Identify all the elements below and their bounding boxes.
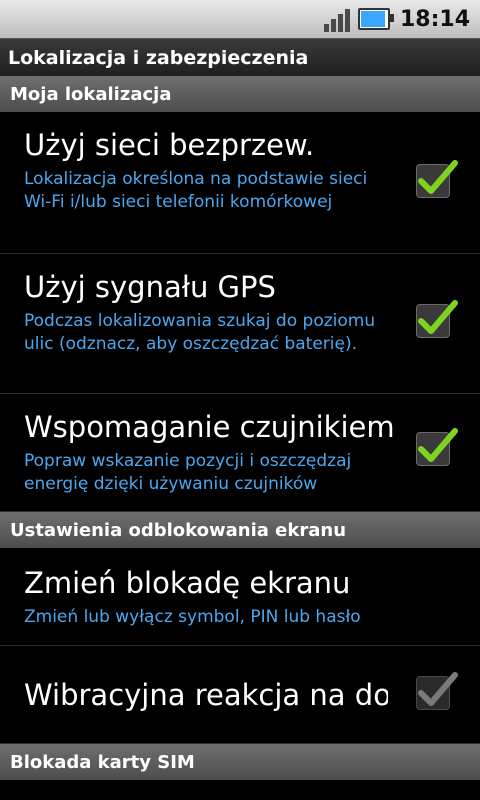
- pref-summary: Popraw wskazanie pozycji i oszczędzaj en…: [24, 451, 352, 494]
- section-header-sim-lock: Blokada karty SIM: [0, 744, 480, 780]
- status-time: 18:14: [399, 6, 470, 32]
- page-title: Lokalizacja i zabezpieczenia: [0, 38, 480, 76]
- checkmark-icon: [418, 300, 458, 334]
- pref-title: Użyj sieci bezprzew.: [24, 128, 315, 162]
- pref-title: Wspomaganie czujnikiem: [24, 410, 395, 444]
- gps-checkbox[interactable]: [416, 300, 458, 338]
- pref-sensor-aiding[interactable]: Wspomaganie czujnikiem Popraw wskazanie …: [0, 394, 480, 512]
- checkmark-icon: [418, 428, 458, 462]
- pref-summary: Zmień lub wyłącz symbol, PIN lub hasło: [24, 607, 361, 627]
- pref-gps[interactable]: Użyj sygnału GPS Podczas lokalizowania s…: [0, 254, 480, 394]
- wireless-checkbox[interactable]: [416, 160, 458, 198]
- pref-title: Zmień blokadę ekranu: [24, 566, 351, 600]
- section-header-moja-lokalizacja: Moja lokalizacja: [0, 76, 480, 112]
- pref-summary: Lokalizacja określona na podstawie sieci…: [24, 169, 368, 212]
- status-bar: 18:14: [0, 0, 480, 38]
- haptic-checkbox[interactable]: [416, 672, 458, 710]
- checkmark-icon: [418, 160, 458, 194]
- pref-wireless-location[interactable]: Użyj sieci bezprzew. Lokalizacja określo…: [0, 112, 480, 254]
- pref-title: Wibracyjna reakcja na dotyk: [24, 678, 388, 712]
- battery-level: [360, 11, 385, 27]
- pref-change-screen-lock[interactable]: Zmień blokadę ekranu Zmień lub wyłącz sy…: [0, 548, 480, 646]
- section-header-screen-unlock: Ustawienia odblokowania ekranu: [0, 512, 480, 548]
- signal-bars-icon: [322, 6, 350, 32]
- pref-title: Użyj sygnału GPS: [24, 270, 276, 304]
- battery-icon: [357, 8, 394, 30]
- pref-summary: Podczas lokalizowania szukaj do poziomu …: [24, 311, 376, 354]
- pref-haptic-feedback[interactable]: Wibracyjna reakcja na dotyk: [0, 646, 480, 744]
- sensor-checkbox[interactable]: [416, 428, 458, 466]
- checkmark-icon: [418, 672, 458, 706]
